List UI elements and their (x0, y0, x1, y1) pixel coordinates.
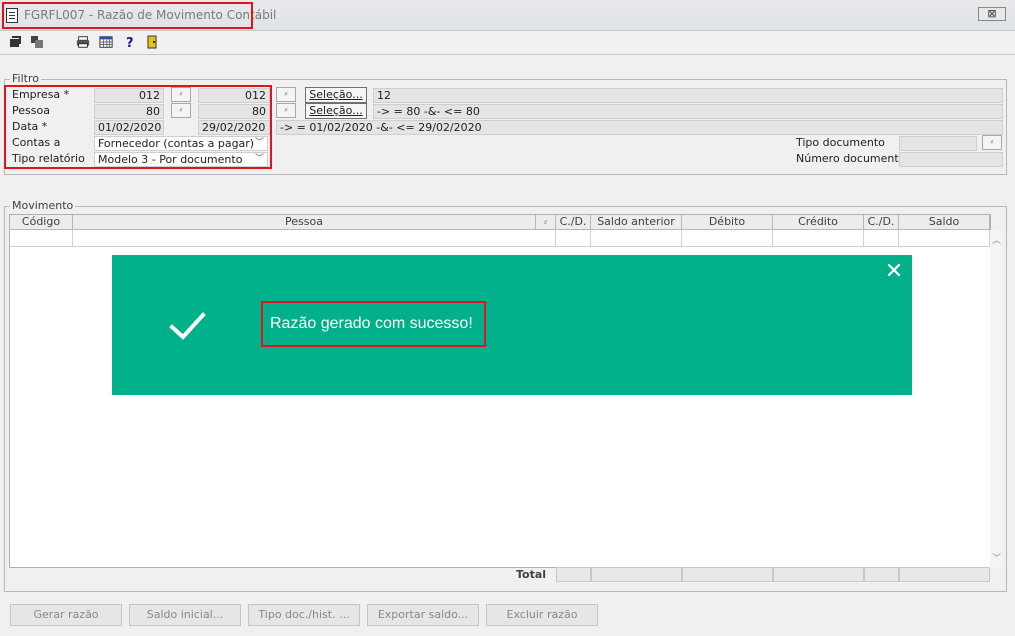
table-cell[interactable] (773, 230, 864, 247)
table-cell[interactable] (899, 230, 990, 247)
svg-text:?: ? (126, 36, 134, 49)
total-cell (591, 567, 682, 582)
vertical-scrollbar[interactable] (990, 230, 1002, 568)
col-header-saldo-anterior[interactable]: Saldo anterior (591, 215, 682, 230)
exportar-saldo-button[interactable]: Exportar saldo... (367, 604, 479, 626)
toast-message: Razão gerado com sucesso! (261, 301, 486, 347)
total-cell (556, 567, 591, 582)
scroll-down-icon[interactable]: ﹀ (992, 551, 1001, 564)
calendar-icon[interactable] (99, 35, 113, 49)
data-summary: -> = 01/02/2020 -&- <= 29/02/2020 (276, 120, 1003, 135)
col-header-cd-2[interactable]: C./D. (864, 215, 899, 230)
success-toast (112, 255, 912, 395)
pessoa-selecao-button[interactable]: Seleção... (305, 103, 367, 119)
col-header-cd[interactable]: C./D. (556, 215, 591, 230)
filtro-label: Filtro (10, 72, 41, 85)
col-header-credito[interactable]: Crédito (773, 215, 864, 230)
pessoa-summary: -> = 80 -&- <= 80 (373, 104, 1003, 119)
movimento-label: Movimento (10, 199, 76, 212)
col-header-codigo[interactable]: Código (10, 215, 73, 230)
table-cell[interactable] (682, 230, 773, 247)
excluir-razao-button[interactable]: Excluir razão (486, 604, 598, 626)
total-label: Total (516, 568, 547, 581)
numero-documento-field[interactable] (899, 152, 1003, 167)
tipo-documento-label: Tipo documento (796, 136, 885, 149)
tipo-documento-lookup-button[interactable]: ⸗ (982, 135, 1002, 150)
tipo-documento-field[interactable] (899, 136, 977, 151)
table-cell[interactable] (73, 230, 556, 247)
gerar-razao-button[interactable]: Gerar razão (10, 604, 122, 626)
col-header-pessoa[interactable]: Pessoa (73, 215, 536, 230)
total-cell (864, 567, 899, 582)
close-button[interactable]: ⊠ (978, 7, 1006, 21)
checkmark-icon (169, 312, 206, 340)
table-cell[interactable] (864, 230, 899, 247)
tipo-doc-hist-button[interactable]: Tipo doc./hist. ... (248, 604, 360, 626)
windows-icon[interactable] (30, 35, 44, 49)
table-cell[interactable] (556, 230, 591, 247)
numero-documento-label: Número documento (796, 152, 906, 165)
highlight-filters (4, 85, 272, 169)
col-header-lookup-icon[interactable]: ⸗ (536, 215, 556, 230)
close-icon[interactable]: ✕ (884, 261, 904, 283)
empresa-summary: 12 (373, 88, 1003, 103)
total-cell (899, 567, 990, 582)
exit-door-icon[interactable] (145, 35, 159, 49)
print-icon[interactable] (76, 35, 90, 49)
empresa-to-lookup-button[interactable]: ⸗ (276, 87, 296, 102)
highlight-title (2, 2, 253, 29)
scroll-up-icon[interactable]: ︿ (992, 233, 1001, 246)
help-icon[interactable]: ? (123, 35, 137, 49)
col-header-debito[interactable]: Débito (682, 215, 773, 230)
pessoa-to-lookup-button[interactable]: ⸗ (276, 103, 296, 118)
total-cell (773, 567, 864, 582)
saldo-inicial-button[interactable]: Saldo inicial... (129, 604, 241, 626)
table-cell[interactable] (10, 230, 73, 247)
empresa-selecao-button[interactable]: Seleção... (305, 87, 367, 103)
total-cell (682, 567, 773, 582)
table-cell[interactable] (591, 230, 682, 247)
col-header-saldo[interactable]: Saldo (899, 215, 990, 230)
export-icon[interactable] (8, 35, 22, 49)
